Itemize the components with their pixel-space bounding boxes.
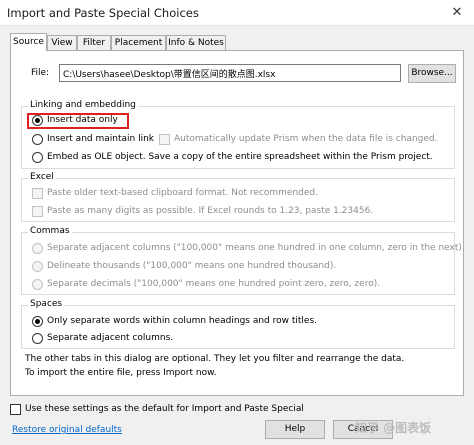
help-button[interactable]: Help: [265, 420, 325, 439]
spaces-group: Spaces Only separate words within column…: [21, 299, 455, 349]
insert-and-maintain-link-label[interactable]: Insert and maintain link: [47, 134, 154, 144]
tab-info-notes[interactable]: Info & Notes: [166, 35, 226, 50]
commas-group: Commas Separate adjacent columns ("100,0…: [21, 226, 465, 295]
commas-separate-adjacent-radio[interactable]: [32, 243, 43, 254]
paste-older-label: Paste older text-based clipboard format.…: [47, 188, 318, 198]
insert-and-maintain-link-radio[interactable]: [32, 134, 43, 145]
window-title: Import and Paste Special Choices: [7, 6, 199, 20]
embed-ole-label[interactable]: Embed as OLE object. Save a copy of the …: [47, 152, 433, 162]
separate-decimals-radio[interactable]: [32, 279, 43, 290]
linking-group-title: Linking and embedding: [28, 100, 138, 110]
only-separate-words-label[interactable]: Only separate words within column headin…: [47, 316, 317, 326]
only-separate-words-radio[interactable]: [32, 316, 43, 327]
delineate-thousands-radio[interactable]: [32, 261, 43, 272]
source-panel: File: C:\Users\hasee\Desktop\带置信区间的散点图.x…: [10, 50, 465, 396]
auto-update-label: Automatically update Prism when the data…: [174, 134, 438, 144]
insert-data-only-radio[interactable]: [32, 115, 43, 126]
auto-update-checkbox[interactable]: [159, 134, 170, 145]
tab-view[interactable]: View: [47, 35, 77, 50]
default-settings-label[interactable]: Use these settings as the default for Im…: [25, 404, 304, 414]
tab-placement[interactable]: Placement: [111, 35, 166, 50]
spaces-separate-adjacent-label[interactable]: Separate adjacent columns.: [47, 333, 173, 343]
paste-older-checkbox[interactable]: [32, 188, 43, 199]
radio-selected-dot: [35, 319, 40, 324]
embed-ole-radio[interactable]: [32, 152, 43, 163]
watermark: 知乎 @图表饭: [355, 421, 432, 435]
commas-group-title: Commas: [28, 226, 72, 236]
insert-data-only-label[interactable]: Insert data only: [47, 115, 118, 125]
spaces-group-title: Spaces: [28, 299, 65, 309]
close-icon[interactable]: ✕: [446, 2, 468, 24]
separate-decimals-label: Separate decimals ("100,000" means one h…: [47, 279, 381, 289]
delineate-thousands-label: Delineate thousands ("100,000" means one…: [47, 261, 337, 271]
tab-source[interactable]: Source: [10, 33, 47, 51]
restore-defaults-link[interactable]: Restore original defaults: [12, 425, 122, 435]
title-bar: Import and Paste Special Choices ✕: [0, 0, 474, 26]
paste-digits-label: Paste as many digits as possible. If Exc…: [47, 206, 374, 216]
excel-group: Excel Paste older text-based clipboard f…: [21, 172, 455, 222]
file-path-field[interactable]: C:\Users\hasee\Desktop\带置信区间的散点图.xlsx: [59, 64, 401, 82]
spaces-separate-adjacent-radio[interactable]: [32, 333, 43, 344]
notes-line-1: The other tabs in this dialog are option…: [25, 354, 405, 364]
default-settings-checkbox[interactable]: [10, 404, 21, 415]
commas-separate-adjacent-label: Separate adjacent columns ("100,000" mea…: [47, 243, 465, 253]
excel-group-title: Excel: [28, 172, 56, 182]
linking-group: Linking and embedding Insert data only I…: [21, 100, 455, 169]
radio-selected-dot: [35, 118, 40, 123]
paste-digits-checkbox[interactable]: [32, 206, 43, 217]
notes-line-2: To import the entire file, press Import …: [25, 368, 217, 378]
tab-filter[interactable]: Filter: [77, 35, 111, 50]
file-label: File:: [31, 68, 50, 78]
browse-button[interactable]: Browse...: [408, 64, 456, 83]
